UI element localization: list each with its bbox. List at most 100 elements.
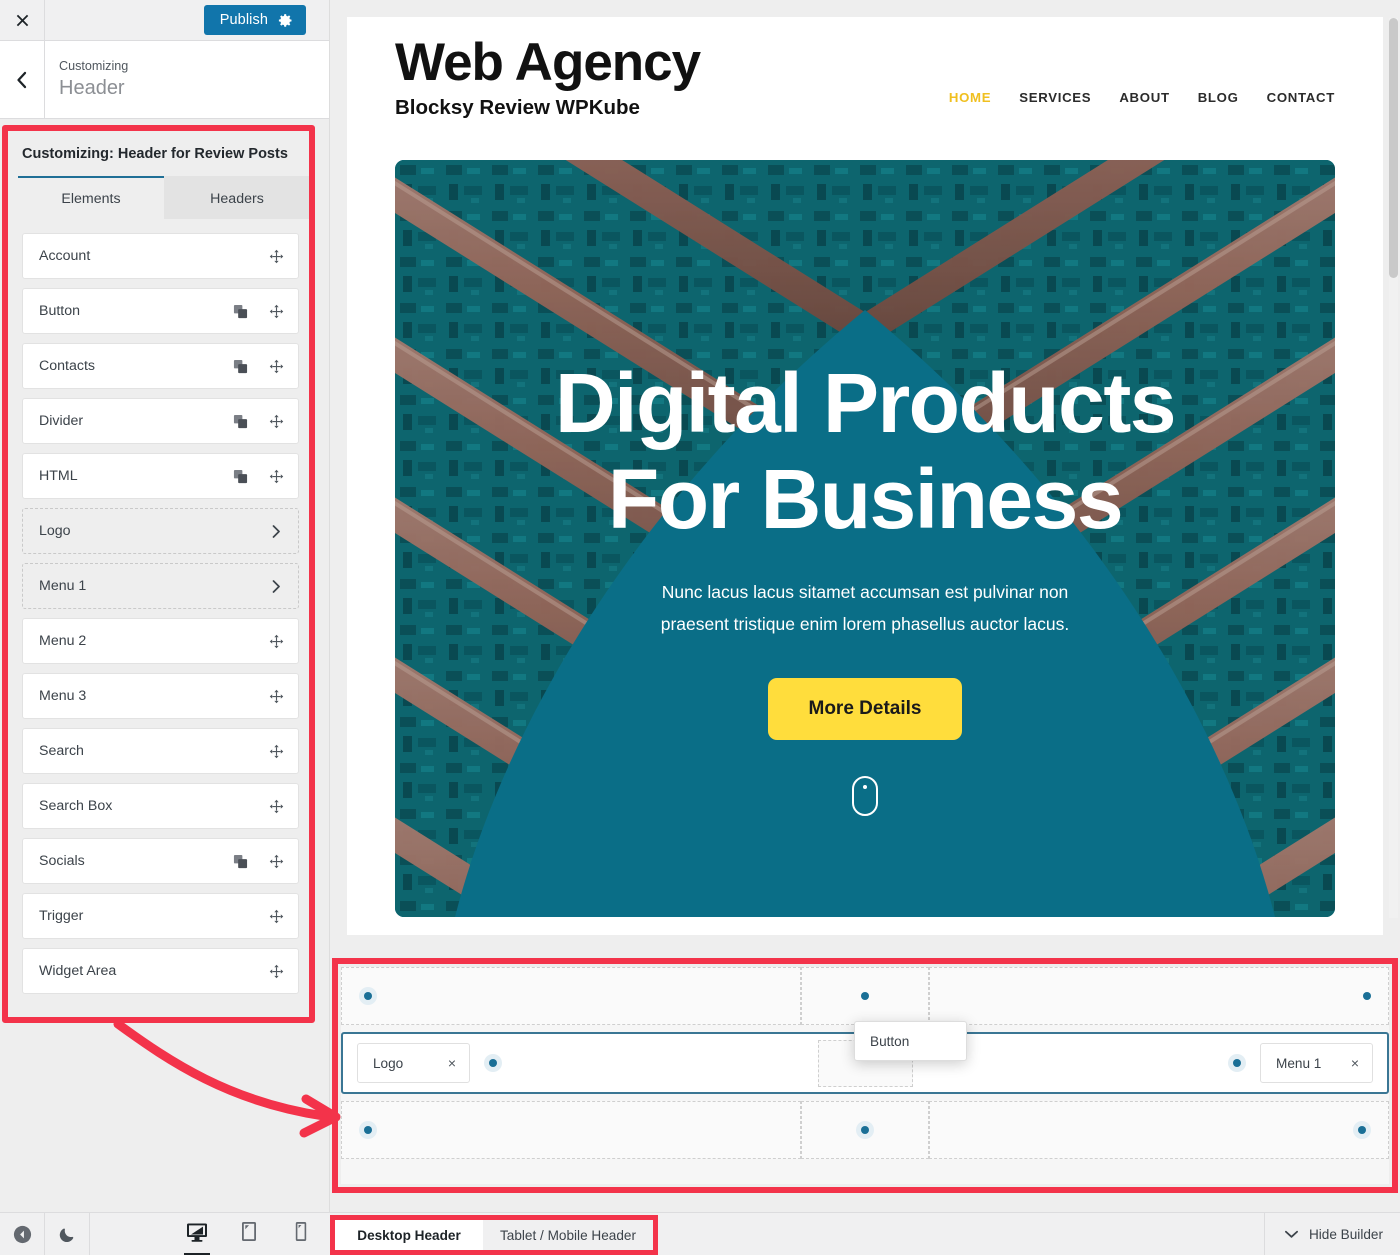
nav-link-contact[interactable]: CONTACT xyxy=(1267,90,1335,105)
customizer-header: Customizing Header xyxy=(0,41,329,119)
element-item-menu-2[interactable]: Menu 2 xyxy=(22,618,299,664)
tab-elements[interactable]: Elements xyxy=(18,176,164,219)
gear-icon[interactable] xyxy=(278,13,293,28)
builder-cell-bottom-row-right[interactable] xyxy=(929,1101,1389,1159)
remove-chip-icon[interactable]: × xyxy=(1351,1055,1359,1071)
builder-cell-top-row-left[interactable] xyxy=(341,967,801,1025)
builder-cell-middle-row-right[interactable]: Menu 1 × xyxy=(929,1034,1387,1092)
drag-move-icon[interactable] xyxy=(268,303,284,319)
element-item-actions xyxy=(268,798,284,814)
preview-scrollbar[interactable] xyxy=(1389,18,1398,918)
header-device-tabs: Desktop Header Tablet / Mobile Header xyxy=(335,1220,653,1250)
drag-move-icon[interactable] xyxy=(268,743,284,759)
add-element-dot[interactable] xyxy=(1363,992,1371,1000)
device-button-tablet[interactable] xyxy=(234,1213,264,1255)
element-item-search[interactable]: Search xyxy=(22,728,299,774)
collapse-sidebar-button[interactable] xyxy=(0,1212,45,1255)
site-tagline: Blocksy Review WPKube xyxy=(395,95,640,119)
add-element-dot[interactable] xyxy=(484,1054,502,1072)
element-item-search-box[interactable]: Search Box xyxy=(22,783,299,829)
theme-toggle-button[interactable] xyxy=(45,1212,90,1255)
builder-cell-middle-row-center[interactable]: Button xyxy=(801,1021,967,1092)
builder-row-top-row[interactable] xyxy=(341,967,1389,1025)
drag-move-icon[interactable] xyxy=(268,908,284,924)
duplicate-icon[interactable] xyxy=(232,468,248,484)
device-button-mobile[interactable] xyxy=(286,1213,316,1255)
builder-chip-label: Logo xyxy=(373,1055,404,1071)
add-element-dot[interactable] xyxy=(861,992,869,1000)
close-customizer-button[interactable] xyxy=(0,0,45,41)
duplicate-icon[interactable] xyxy=(232,413,248,429)
element-item-html[interactable]: HTML xyxy=(22,453,299,499)
chevron-left-icon xyxy=(17,71,27,88)
header-tab-desktop[interactable]: Desktop Header xyxy=(335,1220,483,1250)
add-element-dot[interactable] xyxy=(856,1121,874,1139)
tab-headers[interactable]: Headers xyxy=(164,176,309,219)
builder-chip-logo[interactable]: Logo × xyxy=(357,1043,470,1083)
element-item-label: Menu 3 xyxy=(39,688,87,704)
customizer-app: Publish Customizing Header Customizing: … xyxy=(0,0,1400,1255)
element-item-widget-area[interactable]: Widget Area xyxy=(22,948,299,994)
builder-cell-bottom-row-center[interactable] xyxy=(801,1101,929,1159)
builder-cell-top-row-right[interactable] xyxy=(929,967,1389,1025)
add-element-dot[interactable] xyxy=(1353,1121,1371,1139)
back-button[interactable] xyxy=(0,41,45,118)
element-item-menu-1[interactable]: Menu 1 xyxy=(22,563,299,609)
add-element-dot[interactable] xyxy=(359,1121,377,1139)
builder-chip-label: Menu 1 xyxy=(1276,1055,1322,1071)
builder-cell-top-row-center[interactable] xyxy=(801,967,929,1025)
header-builder-wrap: Logo × Button Menu 1 × xyxy=(330,935,1400,1212)
chevron-right-icon[interactable] xyxy=(268,523,284,539)
duplicate-icon[interactable] xyxy=(232,358,248,374)
element-item-logo[interactable]: Logo xyxy=(22,508,299,554)
drag-move-icon[interactable] xyxy=(268,853,284,869)
element-item-label: Contacts xyxy=(39,358,95,374)
element-item-divider[interactable]: Divider xyxy=(22,398,299,444)
element-item-actions xyxy=(232,303,284,319)
hide-builder-button[interactable]: Hide Builder xyxy=(1263,1212,1400,1255)
duplicate-icon[interactable] xyxy=(232,303,248,319)
publish-label: Publish xyxy=(219,12,268,28)
drag-move-icon[interactable] xyxy=(268,688,284,704)
nav-link-blog[interactable]: BLOG xyxy=(1198,90,1239,105)
element-item-actions xyxy=(268,908,284,924)
drag-move-icon[interactable] xyxy=(268,963,284,979)
hero-heading-line-2: For Business xyxy=(607,451,1124,546)
element-item-account[interactable]: Account xyxy=(22,233,299,279)
element-item-socials[interactable]: Socials xyxy=(22,838,299,884)
drag-move-icon[interactable] xyxy=(268,468,284,484)
customizer-topbar: Publish xyxy=(0,0,329,41)
nav-link-home[interactable]: HOME xyxy=(949,90,991,105)
drag-move-icon[interactable] xyxy=(268,358,284,374)
element-item-button[interactable]: Button xyxy=(22,288,299,334)
element-item-contacts[interactable]: Contacts xyxy=(22,343,299,389)
nav-link-services[interactable]: SERVICES xyxy=(1019,90,1091,105)
builder-cell-bottom-row-left[interactable] xyxy=(341,1101,801,1159)
add-element-dot[interactable] xyxy=(359,987,377,1005)
device-button-desktop[interactable] xyxy=(182,1213,212,1255)
drag-move-icon[interactable] xyxy=(268,633,284,649)
duplicate-icon[interactable] xyxy=(232,853,248,869)
builder-chip-button[interactable]: Button xyxy=(854,1021,967,1061)
publish-button[interactable]: Publish xyxy=(203,5,306,35)
more-details-button[interactable]: More Details xyxy=(767,678,963,741)
nav-link-about[interactable]: ABOUT xyxy=(1119,90,1169,105)
drag-move-icon[interactable] xyxy=(268,248,284,264)
element-item-label: HTML xyxy=(39,468,78,484)
element-item-trigger[interactable]: Trigger xyxy=(22,893,299,939)
builder-row-bottom-row[interactable] xyxy=(341,1101,1389,1159)
builder-cell-middle-row-left[interactable]: Logo × xyxy=(343,1034,801,1092)
element-item-label: Widget Area xyxy=(39,963,117,979)
element-item-menu-3[interactable]: Menu 3 xyxy=(22,673,299,719)
builder-row-middle-row[interactable]: Logo × Button Menu 1 × xyxy=(341,1021,1389,1094)
add-element-dot[interactable] xyxy=(1228,1054,1246,1072)
element-item-actions xyxy=(232,853,284,869)
chevron-right-icon[interactable] xyxy=(268,578,284,594)
remove-chip-icon[interactable]: × xyxy=(448,1055,456,1071)
scroll-mouse-icon[interactable] xyxy=(852,776,878,817)
header-tab-tablet-mobile[interactable]: Tablet / Mobile Header xyxy=(483,1220,653,1250)
site-branding[interactable]: Web Agency Blocksy Review WPKube xyxy=(395,17,701,120)
drag-move-icon[interactable] xyxy=(268,798,284,814)
drag-move-icon[interactable] xyxy=(268,413,284,429)
builder-chip-menu-1[interactable]: Menu 1 × xyxy=(1260,1043,1373,1083)
